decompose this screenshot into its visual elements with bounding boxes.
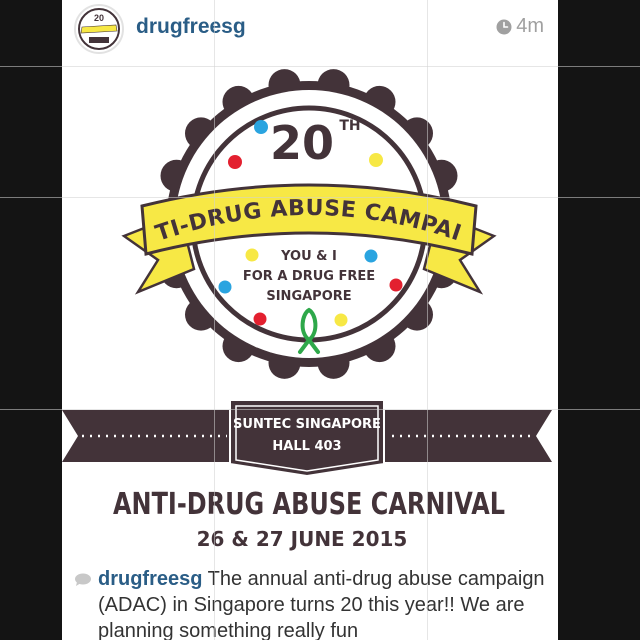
right-margin bbox=[558, 0, 640, 640]
dot-yellow-bottom bbox=[334, 313, 348, 327]
venue-band bbox=[62, 399, 552, 478]
post-time: 4m bbox=[496, 15, 544, 38]
post-username[interactable]: drugfreesg bbox=[136, 15, 246, 39]
anniversary-number: 20 bbox=[270, 116, 334, 170]
post-image[interactable]: 20 TH ANTI-DRUG ABUSE CAMPAIGN YOU & I F… bbox=[62, 45, 558, 564]
post-caption: drugfreesg The annual anti-drug abuse ca… bbox=[62, 564, 558, 640]
dot-yellow-top bbox=[369, 153, 383, 167]
dot-yellow-left bbox=[245, 248, 259, 262]
anniversary-superscript: TH bbox=[339, 118, 360, 134]
event-dates: 26 & 27 JUNE 2015 bbox=[197, 527, 408, 551]
post-card: 20 drugfreesg 4m 20 TH TI-DRUG ABUSE CAM… bbox=[62, 0, 558, 640]
grid-line bbox=[0, 409, 640, 410]
clock-icon bbox=[496, 19, 512, 35]
dot-blue-right bbox=[364, 249, 378, 263]
tagline-line-3: SINGAPORE bbox=[266, 289, 351, 304]
dot-blue-top bbox=[254, 120, 268, 134]
tagline-line-1: YOU & I bbox=[280, 249, 337, 264]
grid-line bbox=[0, 197, 640, 198]
dot-red-bottom bbox=[253, 312, 267, 326]
post-time-label: 4m bbox=[516, 15, 544, 37]
caption-username[interactable]: drugfreesg bbox=[98, 568, 202, 590]
avatar[interactable]: 20 bbox=[74, 4, 124, 54]
dot-blue-left bbox=[218, 280, 232, 294]
grid-line bbox=[0, 66, 640, 67]
grid-line bbox=[427, 0, 428, 640]
dot-red-right bbox=[389, 278, 403, 292]
tagline-line-2: FOR A DRUG FREE bbox=[243, 269, 375, 284]
left-margin bbox=[0, 0, 62, 640]
caption-text-block: drugfreesg The annual anti-drug abuse ca… bbox=[98, 566, 550, 640]
venue-line-1: SUNTEC SINGAPORE bbox=[233, 417, 381, 432]
campaign-poster: 20 TH ANTI-DRUG ABUSE CAMPAIGN YOU & I F… bbox=[62, 45, 552, 551]
venue-line-2: HALL 403 bbox=[272, 439, 341, 454]
grid-line bbox=[214, 0, 215, 640]
avatar-number: 20 bbox=[94, 13, 104, 23]
event-title: ANTI-DRUG ABUSE CARNIVAL bbox=[113, 487, 505, 522]
post-header: 20 drugfreesg 4m bbox=[62, 0, 558, 58]
comment-icon bbox=[74, 573, 92, 592]
dot-red-top bbox=[228, 155, 242, 169]
